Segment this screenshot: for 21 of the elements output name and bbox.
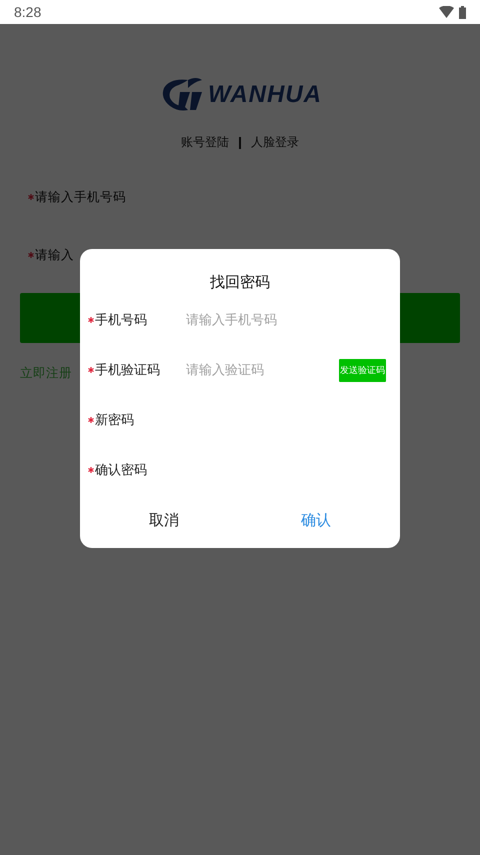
dialog-title: 找回密码: [209, 273, 271, 293]
status-time: 8:28: [14, 4, 42, 20]
send-code-button[interactable]: 发送验证码: [339, 358, 386, 382]
battery-icon: [459, 6, 466, 18]
field-label: 新密码: [95, 412, 134, 429]
register-link[interactable]: 立即注册: [20, 365, 72, 382]
input-field[interactable]: 请输入: [20, 243, 74, 267]
confirm-button[interactable]: 确认: [240, 495, 392, 545]
placeholder-text: 请输入: [35, 246, 74, 264]
field-label: 手机验证码: [95, 362, 160, 379]
input-field[interactable]: 请输入手机号码: [186, 312, 392, 328]
login-tab[interactable]: 人脸登录: [251, 134, 299, 151]
input-field[interactable]: 请输入手机号码: [20, 185, 126, 209]
input-field[interactable]: 请输入验证码: [186, 362, 339, 378]
wifi-icon: [439, 6, 454, 18]
field-label: 确认密码: [95, 462, 147, 479]
login-tab[interactable]: 账号登陆: [181, 134, 229, 151]
cancel-button[interactable]: 取消: [88, 495, 240, 545]
field-label: 手机号码: [95, 312, 147, 329]
logo-wordmark: WANHUA: [208, 81, 322, 109]
placeholder-text: 请输入手机号码: [35, 188, 126, 206]
